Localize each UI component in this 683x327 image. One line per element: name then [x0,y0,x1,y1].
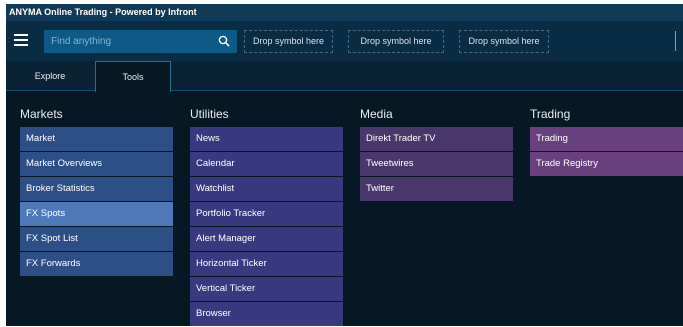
search-input[interactable] [44,30,209,53]
toolbar: Drop symbol here Drop symbol here Drop s… [6,21,683,61]
menu-item[interactable]: Alert Manager [190,227,343,251]
drop-symbol-slot-3[interactable]: Drop symbol here [459,30,549,53]
tab-bar: Explore Tools [6,61,683,92]
drop-symbol-slot-2[interactable]: Drop symbol here [348,30,444,53]
tab-explore[interactable]: Explore [20,61,80,91]
menu-item[interactable]: FX Forwards [20,252,173,276]
category-title: Media [360,107,393,121]
search-icon[interactable] [218,35,230,47]
drop-symbol-slot-1[interactable]: Drop symbol here [244,30,333,53]
menu-item[interactable]: Watchlist [190,177,343,201]
menu-item[interactable]: Portfolio Tracker [190,202,343,226]
category-utilities: Utilities News Calendar Watchlist Portfolio… [190,103,343,327]
menu-item[interactable]: Trade Registry [530,152,683,176]
menu-item[interactable]: Twitter [360,177,513,201]
app-title: ANYMA Online Trading - Powered by Infron… [6,4,683,21]
category-title: Trading [530,107,571,121]
category-title: Markets [20,107,63,121]
menu-item[interactable]: FX Spot List [20,227,173,251]
category-markets: Markets Market Market Overviews Broker Sta… [20,103,173,277]
search-box [44,30,237,53]
menu-item[interactable]: Direkt Trader TV [360,127,513,151]
trading-list: Trading Trade Registry [530,127,683,176]
app-window: ANYMA Online Trading - Powered by Infron… [6,4,683,326]
menu-item[interactable]: Calendar [190,152,343,176]
menu-item[interactable]: Trading [530,127,683,151]
menu-item[interactable]: Vertical Ticker [190,277,343,301]
menu-item[interactable]: Market [20,127,173,151]
utilities-list: News Calendar Watchlist Portfolio Tracker Al… [190,127,343,326]
toolbar-divider [675,31,676,51]
menu-item[interactable]: Tweetwires [360,152,513,176]
menu-item[interactable]: FX Spots [20,202,173,226]
menu-item[interactable]: Horizontal Ticker [190,252,343,276]
menu-item[interactable]: Browser [190,302,343,326]
menu-icon[interactable] [14,34,28,46]
category-media: Media Direkt Trader TV Tweetwires Twitter [360,103,513,202]
media-list: Direkt Trader TV Tweetwires Twitter [360,127,513,201]
menu-item[interactable]: News [190,127,343,151]
menu-item[interactable]: Market Overviews [20,152,173,176]
markets-list: Market Market Overviews Broker Statistics F… [20,127,173,276]
tab-tools[interactable]: Tools [95,61,171,92]
category-title: Utilities [190,107,229,121]
category-trading: Trading Trading Trade Registry [530,103,683,177]
menu-item[interactable]: Broker Statistics [20,177,173,201]
